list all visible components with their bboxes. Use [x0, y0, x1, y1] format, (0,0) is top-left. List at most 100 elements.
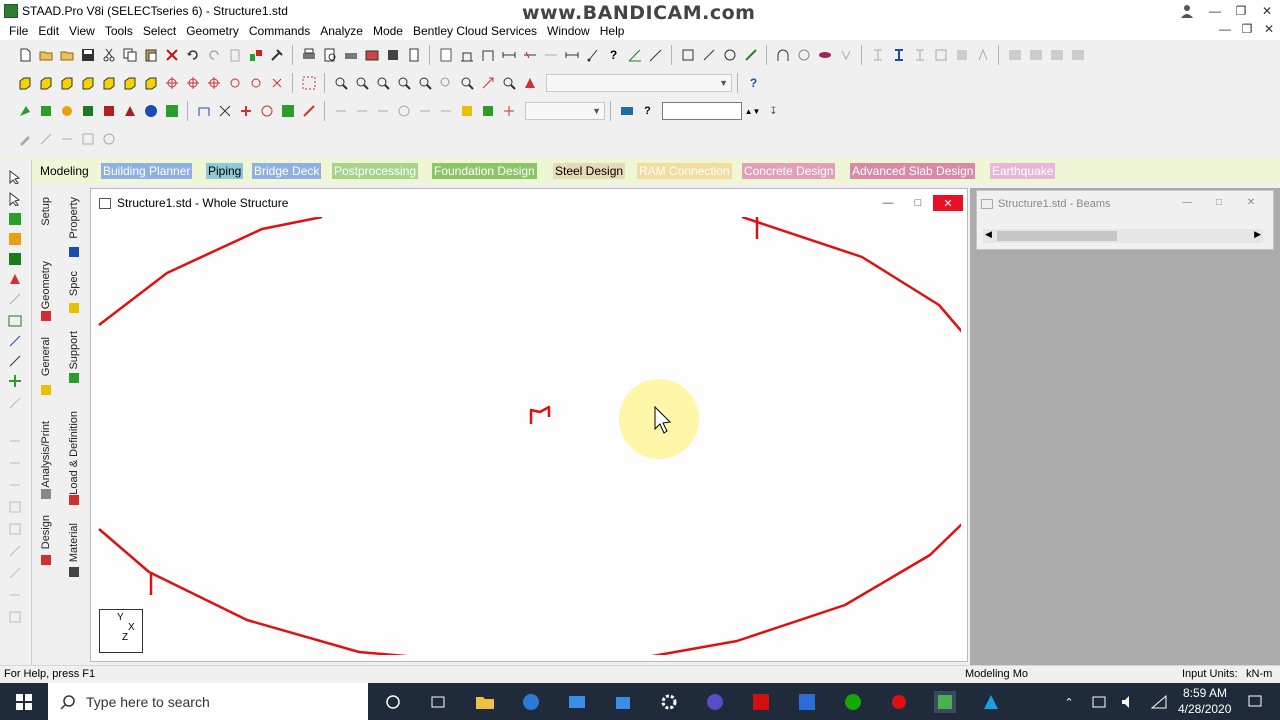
label-icon[interactable]	[699, 46, 718, 65]
cut-section-icon[interactable]	[457, 102, 476, 121]
line-icon[interactable]	[299, 102, 318, 121]
tab-material[interactable]: Material	[68, 523, 80, 562]
tool-disabled-4-icon[interactable]	[8, 478, 22, 492]
tab-advanced-slab-design[interactable]: Advanced Slab Design	[850, 163, 976, 179]
geometry-cursor-icon[interactable]	[120, 102, 139, 121]
input-field[interactable]	[662, 102, 742, 120]
move-icon[interactable]	[331, 102, 350, 121]
open-file-icon[interactable]	[36, 46, 55, 65]
translational-icon[interactable]	[373, 102, 392, 121]
rotate-left-icon[interactable]	[204, 74, 223, 93]
spin-button-icon[interactable]: ▲▼	[743, 102, 762, 121]
rotate-up-icon[interactable]	[162, 74, 181, 93]
menu-edit[interactable]: Edit	[33, 24, 64, 38]
zoom-all-icon[interactable]	[415, 74, 434, 93]
solid-cursor-icon[interactable]	[8, 252, 22, 266]
circular-repeat-icon[interactable]	[394, 102, 413, 121]
solid-cursor-icon[interactable]	[78, 102, 97, 121]
scroll-right-icon[interactable]: ▶	[1254, 229, 1261, 240]
view-iso-5-icon[interactable]	[99, 74, 118, 93]
scrollbar-thumb[interactable]	[997, 231, 1117, 241]
tool-disabled-3-icon[interactable]	[8, 456, 22, 470]
help-icon[interactable]: ?	[744, 74, 763, 93]
magnifier-icon[interactable]	[499, 74, 518, 93]
structure-viewport[interactable]: Y X Z	[97, 217, 961, 655]
window-minimize-button[interactable]: —	[873, 195, 903, 211]
bentley-icon[interactable]	[980, 691, 1002, 713]
zoom-previous-icon[interactable]	[436, 74, 455, 93]
menu-commands[interactable]: Commands	[244, 24, 315, 38]
picture-icon[interactable]	[362, 46, 381, 65]
print-preview-icon[interactable]	[320, 46, 339, 65]
window-arrange-icon[interactable]	[1047, 46, 1066, 65]
hammer-icon[interactable]	[267, 46, 286, 65]
dimension-beam-icon[interactable]	[520, 46, 539, 65]
view-combobox[interactable]: ▼	[546, 74, 732, 92]
pan-icon[interactable]	[478, 74, 497, 93]
spin-right-icon[interactable]	[267, 74, 286, 93]
tab-load-definition[interactable]: Load & Definition	[68, 411, 80, 495]
upwork-icon[interactable]	[842, 691, 864, 713]
dimension-icon[interactable]	[499, 46, 518, 65]
grid-green-icon[interactable]	[278, 102, 297, 121]
spin-left-icon[interactable]	[246, 74, 265, 93]
beams-minimize-button[interactable]: —	[1171, 197, 1203, 208]
page-icon[interactable]	[436, 46, 455, 65]
report-icon[interactable]	[383, 46, 402, 65]
zoom-in-icon[interactable]	[373, 74, 392, 93]
node-distance-icon[interactable]	[583, 46, 602, 65]
taskbar-search-box[interactable]: Type here to search	[48, 683, 368, 720]
report-setup-icon[interactable]	[404, 46, 423, 65]
tab-postprocessing[interactable]: Postprocessing	[332, 163, 419, 179]
tab-earthquake[interactable]: Earthquake	[990, 163, 1056, 179]
solid-edit-icon[interactable]	[99, 130, 118, 149]
view-iso-2-icon[interactable]	[36, 74, 55, 93]
clipboard-icon[interactable]	[225, 46, 244, 65]
clock-time[interactable]: 8:59 AM	[1183, 686, 1227, 700]
distance-icon[interactable]	[562, 46, 581, 65]
pencil-icon[interactable]	[15, 130, 34, 149]
menu-analyze[interactable]: Analyze	[315, 24, 368, 38]
connect-icon[interactable]	[436, 102, 455, 121]
staad-taskbar-icon[interactable]	[934, 691, 956, 713]
translate-icon[interactable]	[8, 354, 22, 368]
compass-icon[interactable]	[973, 46, 992, 65]
add-beam-icon[interactable]	[215, 102, 234, 121]
bandicam-record-icon[interactable]	[888, 691, 910, 713]
tab-support[interactable]: Support	[68, 331, 80, 370]
beam-icon[interactable]	[741, 46, 760, 65]
dimension-disabled-icon[interactable]	[541, 46, 560, 65]
scroll-left-icon[interactable]: ◀	[985, 229, 992, 240]
view-iso-6-icon[interactable]	[120, 74, 139, 93]
tab-setup[interactable]: Setup	[40, 197, 52, 226]
acrobat-icon[interactable]	[750, 691, 772, 713]
clock-date[interactable]: 4/28/2020	[1178, 702, 1231, 716]
new-file-icon[interactable]	[15, 46, 34, 65]
rotate-down-icon[interactable]	[183, 74, 202, 93]
store-icon[interactable]	[612, 691, 634, 713]
circle-repeat-icon[interactable]	[257, 102, 276, 121]
tool-disabled-9-icon[interactable]	[8, 588, 22, 602]
member-angle-icon[interactable]	[646, 46, 665, 65]
tab-bridge-deck[interactable]: Bridge Deck	[252, 163, 322, 179]
node-cursor-icon[interactable]	[57, 102, 76, 121]
mdi-restore-icon[interactable]: ❐	[1236, 22, 1258, 36]
tool-disabled-8-icon[interactable]	[8, 566, 22, 580]
tab-modeling[interactable]: Modeling	[38, 163, 91, 179]
window-close-button[interactable]: ✕	[933, 195, 963, 211]
snap-node-beam-icon[interactable]	[194, 102, 213, 121]
query-help-icon[interactable]: ?	[604, 46, 623, 65]
add-node-icon[interactable]	[8, 374, 22, 388]
volume-icon[interactable]	[1118, 691, 1140, 713]
save-icon[interactable]	[78, 46, 97, 65]
menu-mode[interactable]: Mode	[368, 24, 408, 38]
cut-icon[interactable]	[99, 46, 118, 65]
display-icon[interactable]	[617, 102, 636, 121]
plate-cursor-icon[interactable]	[8, 212, 22, 226]
edge-browser-icon[interactable]	[520, 691, 542, 713]
frame-icon[interactable]	[478, 46, 497, 65]
angle-icon[interactable]	[625, 46, 644, 65]
cortana-icon[interactable]	[382, 691, 404, 713]
network-icon[interactable]	[1088, 691, 1110, 713]
select-plate-cursor-icon[interactable]	[36, 102, 55, 121]
